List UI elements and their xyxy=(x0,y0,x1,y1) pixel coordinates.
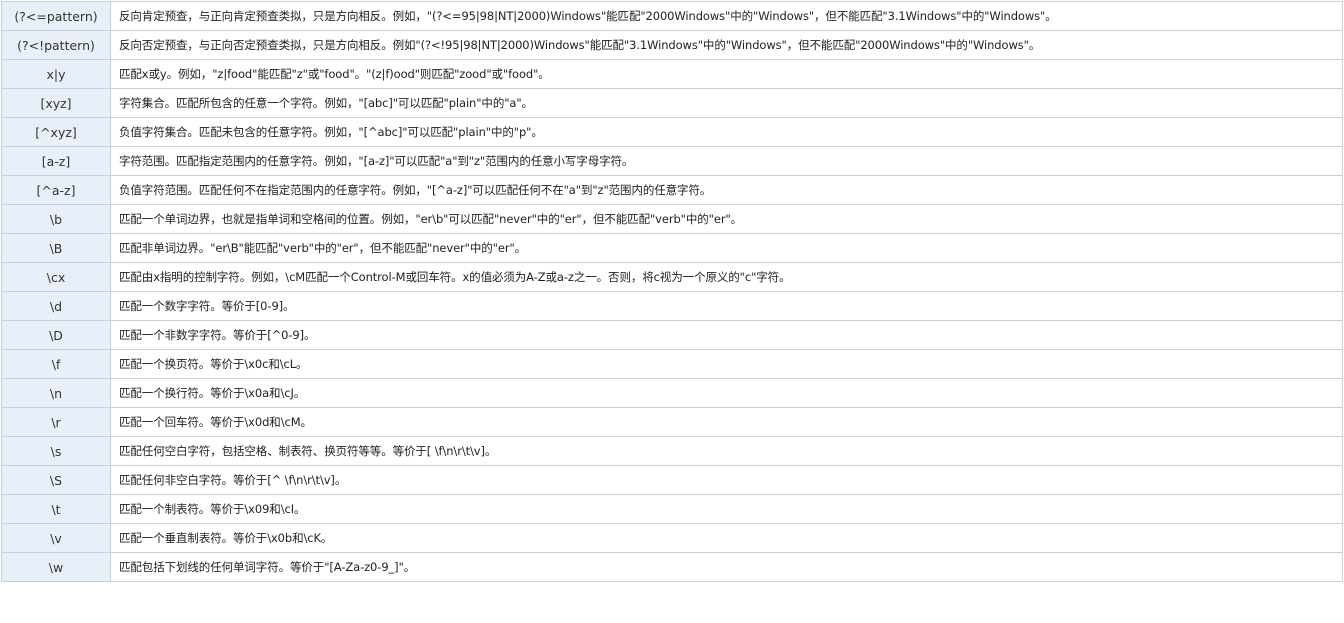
syntax-cell: \v xyxy=(1,523,111,553)
table-row: \b 匹配一个单词边界，也就是指单词和空格间的位置。例如，"er\b"可以匹配"n… xyxy=(1,204,1343,234)
syntax-cell: \w xyxy=(1,552,111,582)
table-row: [xyz] 字符集合。匹配所包含的任意一个字符。例如，"[abc]"可以匹配"pl… xyxy=(1,88,1343,118)
table-row: [^a-z] 负值字符范围。匹配任何不在指定范围内的任意字符。例如，"[^a-z]… xyxy=(1,175,1343,205)
table-row: \d 匹配一个数字字符。等价于[0-9]。 xyxy=(1,291,1343,321)
description-cell: 匹配一个垂直制表符。等价于\x0b和\cK。 xyxy=(110,523,1343,553)
description-cell: 字符集合。匹配所包含的任意一个字符。例如，"[abc]"可以匹配"plain"中… xyxy=(110,88,1343,118)
description-cell: 匹配一个数字字符。等价于[0-9]。 xyxy=(110,291,1343,321)
table-row: (?<=pattern) 反向肯定预查，与正向肯定预查类拟，只是方向相反。例如，"… xyxy=(1,1,1343,31)
syntax-cell: \t xyxy=(1,494,111,524)
syntax-cell: [^a-z] xyxy=(1,175,111,205)
syntax-cell: (?<!pattern) xyxy=(1,30,111,60)
description-cell: 匹配一个回车符。等价于\x0d和\cM。 xyxy=(110,407,1343,437)
syntax-cell: \n xyxy=(1,378,111,408)
description-cell: 匹配一个制表符。等价于\x09和\cI。 xyxy=(110,494,1343,524)
table-row: [^xyz] 负值字符集合。匹配未包含的任意字符。例如，"[^abc]"可以匹配"… xyxy=(1,117,1343,147)
table-row: (?<!pattern) 反向否定预查，与正向否定预查类拟，只是方向相反。例如"(… xyxy=(1,30,1343,60)
table-row: \w 匹配包括下划线的任何单词字符。等价于"[A-Za-z0-9_]"。 xyxy=(1,552,1343,582)
description-cell: 匹配x或y。例如，"z|food"能匹配"z"或"food"。"(z|f)ood… xyxy=(110,59,1343,89)
description-cell: 匹配任何空白字符，包括空格、制表符、换页符等等。等价于[ \f\n\r\t\v]… xyxy=(110,436,1343,466)
syntax-cell: \r xyxy=(1,407,111,437)
syntax-cell: \d xyxy=(1,291,111,321)
table-row: \v 匹配一个垂直制表符。等价于\x0b和\cK。 xyxy=(1,523,1343,553)
syntax-cell: \B xyxy=(1,233,111,263)
description-cell: 匹配包括下划线的任何单词字符。等价于"[A-Za-z0-9_]"。 xyxy=(110,552,1343,582)
table-row: \t 匹配一个制表符。等价于\x09和\cI。 xyxy=(1,494,1343,524)
description-cell: 匹配由x指明的控制字符。例如，\cM匹配一个Control-M或回车符。x的值必… xyxy=(110,262,1343,292)
description-cell: 匹配任何非空白字符。等价于[^ \f\n\r\t\v]。 xyxy=(110,465,1343,495)
description-cell: 负值字符范围。匹配任何不在指定范围内的任意字符。例如，"[^a-z]"可以匹配任… xyxy=(110,175,1343,205)
syntax-cell: \D xyxy=(1,320,111,350)
table-row: [a-z] 字符范围。匹配指定范围内的任意字符。例如，"[a-z]"可以匹配"a"… xyxy=(1,146,1343,176)
syntax-cell: \s xyxy=(1,436,111,466)
description-cell: 反向肯定预查，与正向肯定预查类拟，只是方向相反。例如，"(?<=95|98|NT… xyxy=(110,1,1343,31)
description-cell: 匹配一个单词边界，也就是指单词和空格间的位置。例如，"er\b"可以匹配"nev… xyxy=(110,204,1343,234)
description-cell: 字符范围。匹配指定范围内的任意字符。例如，"[a-z]"可以匹配"a"到"z"范… xyxy=(110,146,1343,176)
syntax-cell: \cx xyxy=(1,262,111,292)
table-row: \r 匹配一个回车符。等价于\x0d和\cM。 xyxy=(1,407,1343,437)
table-row: \f 匹配一个换页符。等价于\x0c和\cL。 xyxy=(1,349,1343,379)
table-row: \cx 匹配由x指明的控制字符。例如，\cM匹配一个Control-M或回车符。x… xyxy=(1,262,1343,292)
description-cell: 匹配一个换页符。等价于\x0c和\cL。 xyxy=(110,349,1343,379)
description-cell: 负值字符集合。匹配未包含的任意字符。例如，"[^abc]"可以匹配"plain"… xyxy=(110,117,1343,147)
syntax-cell: \f xyxy=(1,349,111,379)
table-row: \B 匹配非单词边界。"er\B"能匹配"verb"中的"er"，但不能匹配"ne… xyxy=(1,233,1343,263)
table-row: \n 匹配一个换行符。等价于\x0a和\cJ。 xyxy=(1,378,1343,408)
regex-syntax-table: (?<=pattern) 反向肯定预查，与正向肯定预查类拟，只是方向相反。例如，"… xyxy=(1,1,1343,582)
table-row: \D 匹配一个非数字字符。等价于[^0-9]。 xyxy=(1,320,1343,350)
syntax-cell: (?<=pattern) xyxy=(1,1,111,31)
description-cell: 反向否定预查，与正向否定预查类拟，只是方向相反。例如"(?<!95|98|NT|… xyxy=(110,30,1343,60)
syntax-cell: [^xyz] xyxy=(1,117,111,147)
syntax-cell: x|y xyxy=(1,59,111,89)
table-row: \s 匹配任何空白字符，包括空格、制表符、换页符等等。等价于[ \f\n\r\t\… xyxy=(1,436,1343,466)
syntax-cell: [a-z] xyxy=(1,146,111,176)
description-cell: 匹配一个非数字字符。等价于[^0-9]。 xyxy=(110,320,1343,350)
description-cell: 匹配非单词边界。"er\B"能匹配"verb"中的"er"，但不能匹配"neve… xyxy=(110,233,1343,263)
table-row: \S 匹配任何非空白字符。等价于[^ \f\n\r\t\v]。 xyxy=(1,465,1343,495)
table-row: x|y 匹配x或y。例如，"z|food"能匹配"z"或"food"。"(z|f)… xyxy=(1,59,1343,89)
description-cell: 匹配一个换行符。等价于\x0a和\cJ。 xyxy=(110,378,1343,408)
syntax-cell: [xyz] xyxy=(1,88,111,118)
syntax-cell: \b xyxy=(1,204,111,234)
syntax-cell: \S xyxy=(1,465,111,495)
